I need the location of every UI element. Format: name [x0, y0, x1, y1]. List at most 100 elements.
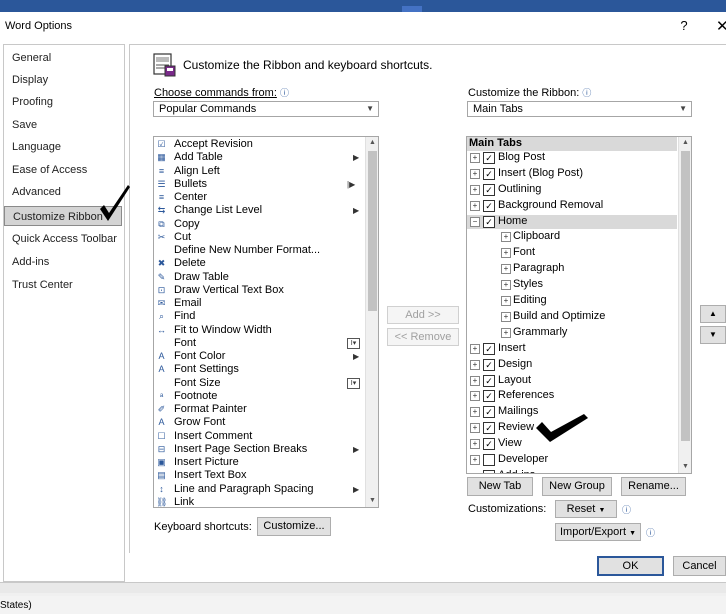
new-tab-button[interactable]: New Tab	[467, 477, 533, 496]
nav-item-add-ins[interactable]: Add-ins	[4, 252, 122, 272]
close-icon[interactable]: ✕	[716, 17, 726, 35]
checkbox-checked-icon[interactable]: ✓	[483, 422, 495, 435]
nav-item-proofing[interactable]: Proofing	[4, 92, 122, 112]
command-item[interactable]: ↕ Line and Paragraph Spacing ▶	[154, 483, 364, 496]
checkbox-checked-icon[interactable]: ✓	[483, 358, 495, 371]
command-item[interactable]: ▣ Insert Picture	[154, 456, 364, 469]
command-item[interactable]: ✖ Delete	[154, 257, 364, 270]
expand-icon[interactable]: +	[501, 280, 511, 291]
command-item[interactable]: ⛓ Link	[154, 496, 364, 507]
ribbon-tree-item[interactable]: + Styles	[467, 278, 677, 292]
new-group-button[interactable]: New Group	[542, 477, 612, 496]
checkbox-checked-icon[interactable]: ✓	[483, 167, 495, 180]
nav-item-quick-access-toolbar[interactable]: Quick Access Toolbar	[4, 229, 122, 249]
ribbon-tree-item[interactable]: + Paragraph	[467, 262, 677, 276]
nav-item-trust-center[interactable]: Trust Center	[4, 275, 122, 295]
command-item[interactable]: ᵃ Footnote	[154, 390, 364, 403]
command-item[interactable]: ▦ Add Table ▶	[154, 151, 364, 164]
move-down-button[interactable]: ▼	[700, 326, 726, 344]
collapse-icon[interactable]: −	[470, 216, 480, 227]
tree-scrollbar[interactable]: ▲ ▼	[678, 137, 691, 473]
nav-item-save[interactable]: Save	[4, 115, 122, 135]
expand-icon[interactable]: +	[470, 184, 480, 195]
checkbox-checked-icon[interactable]: ✓	[483, 183, 495, 196]
ribbon-tree-item[interactable]: + Clipboard	[467, 230, 677, 244]
command-item[interactable]: ⧉ Copy	[154, 218, 364, 231]
scroll-up-icon[interactable]: ▲	[366, 137, 378, 149]
expand-icon[interactable]: +	[470, 152, 480, 163]
scroll-thumb[interactable]	[681, 151, 690, 441]
command-item[interactable]: ☑ Accept Revision	[154, 138, 364, 151]
expand-icon[interactable]: +	[470, 439, 480, 450]
import-export-button[interactable]: Import/Export ▼	[555, 523, 641, 541]
ok-button[interactable]: OK	[597, 556, 664, 576]
expand-icon[interactable]: +	[470, 359, 480, 370]
ribbon-tree-item[interactable]: + ✓ Design	[467, 358, 677, 372]
ribbon-tree-item[interactable]: + Editing	[467, 294, 677, 308]
command-item[interactable]: ✉ Email	[154, 297, 364, 310]
command-item[interactable]: Font I▾	[154, 337, 364, 350]
nav-item-general[interactable]: General	[4, 48, 122, 68]
command-item[interactable]: ▤ Insert Text Box	[154, 469, 364, 482]
ribbon-tree-item[interactable]: ✓Add-ins	[467, 469, 677, 473]
ribbon-tree-item[interactable]: + ✓ References	[467, 389, 677, 403]
ribbon-tree-item[interactable]: + ✓ Layout	[467, 374, 677, 388]
expand-icon[interactable]: +	[470, 343, 480, 354]
checkbox-checked-icon[interactable]: ✓	[483, 438, 495, 451]
commands-list[interactable]: ☑ Accept Revision ▦ Add Table ▶ ≡ Align Left ☰ B…	[153, 136, 379, 508]
command-item[interactable]: ✂ Cut	[154, 231, 364, 244]
expand-icon[interactable]: +	[470, 423, 480, 434]
command-item[interactable]: ✎ Draw Table	[154, 271, 364, 284]
command-item[interactable]: ☰ Bullets |▶	[154, 178, 364, 191]
command-item[interactable]: A Font Color ▶	[154, 350, 364, 363]
ribbon-tree-item[interactable]: + ✓ Blog Post	[467, 151, 677, 165]
cancel-button[interactable]: Cancel	[673, 556, 726, 576]
expand-icon[interactable]: +	[470, 407, 480, 418]
expand-icon[interactable]: +	[470, 375, 480, 386]
expand-icon[interactable]: +	[501, 311, 511, 322]
command-item[interactable]: A Grow Font	[154, 416, 364, 429]
customize-ribbon-dropdown[interactable]: Main Tabs ▼	[467, 101, 692, 117]
ribbon-tree-item[interactable]: + ✓ Background Removal	[467, 199, 677, 213]
expand-icon[interactable]: +	[501, 296, 511, 306]
expand-icon[interactable]: +	[501, 327, 511, 338]
ribbon-tree-item[interactable]: + ✓ Outlining	[467, 183, 677, 197]
expand-icon[interactable]: +	[470, 200, 480, 211]
ribbon-tree-item[interactable]: + Grammarly	[467, 326, 677, 340]
command-item[interactable]: ⇆ Change List Level ▶	[154, 204, 364, 217]
ribbon-tree-item[interactable]: + Build and Optimize	[467, 310, 677, 324]
expand-icon[interactable]: +	[470, 391, 480, 402]
expand-icon[interactable]: +	[501, 232, 511, 243]
ribbon-tree-item[interactable]: Main Tabs	[467, 137, 677, 151]
move-up-button[interactable]: ▲	[700, 305, 726, 323]
reset-button[interactable]: Reset ▼	[555, 500, 617, 518]
ribbon-tree-item[interactable]: + ✓ Insert	[467, 342, 677, 356]
ribbon-tree-item[interactable]: − ✓ Home	[467, 214, 677, 229]
checkbox-checked-icon[interactable]: ✓	[483, 342, 495, 355]
expand-icon[interactable]: +	[501, 264, 511, 275]
command-item[interactable]: Font Size I▾	[154, 377, 364, 390]
checkbox-checked-icon[interactable]: ✓	[483, 151, 495, 164]
command-item[interactable]: Define New Number Format...	[154, 244, 364, 257]
command-item[interactable]: ⊟ Insert Page Section Breaks ▶	[154, 443, 364, 456]
command-item[interactable]: ✐ Format Painter	[154, 403, 364, 416]
checkbox-unchecked-icon[interactable]	[483, 454, 495, 466]
rename-button[interactable]: Rename...	[621, 477, 686, 496]
ribbon-tree-item[interactable]: + Font	[467, 246, 677, 260]
checkbox-checked-icon[interactable]: ✓	[483, 406, 495, 419]
checkbox-checked-icon[interactable]: ✓	[483, 390, 495, 403]
nav-item-ease-of-access[interactable]: Ease of Access	[4, 160, 122, 180]
help-button[interactable]: ?	[677, 18, 691, 33]
command-item[interactable]: A Font Settings	[154, 363, 364, 376]
command-item[interactable]: ≡ Align Left	[154, 165, 364, 178]
nav-item-display[interactable]: Display	[4, 70, 122, 90]
command-item[interactable]: ↔ Fit to Window Width	[154, 324, 364, 337]
scroll-down-icon[interactable]: ▼	[366, 495, 378, 507]
checkbox-checked-icon[interactable]: ✓	[483, 374, 495, 387]
nav-item-language[interactable]: Language	[4, 137, 122, 157]
scroll-up-icon[interactable]: ▲	[679, 137, 691, 149]
expand-icon[interactable]: +	[470, 455, 480, 465]
ribbon-tree-item[interactable]: + ✓ Insert (Blog Post)	[467, 167, 677, 181]
checkbox-checked-icon[interactable]: ✓	[483, 199, 495, 212]
command-item[interactable]: ⌕ Find	[154, 310, 364, 323]
